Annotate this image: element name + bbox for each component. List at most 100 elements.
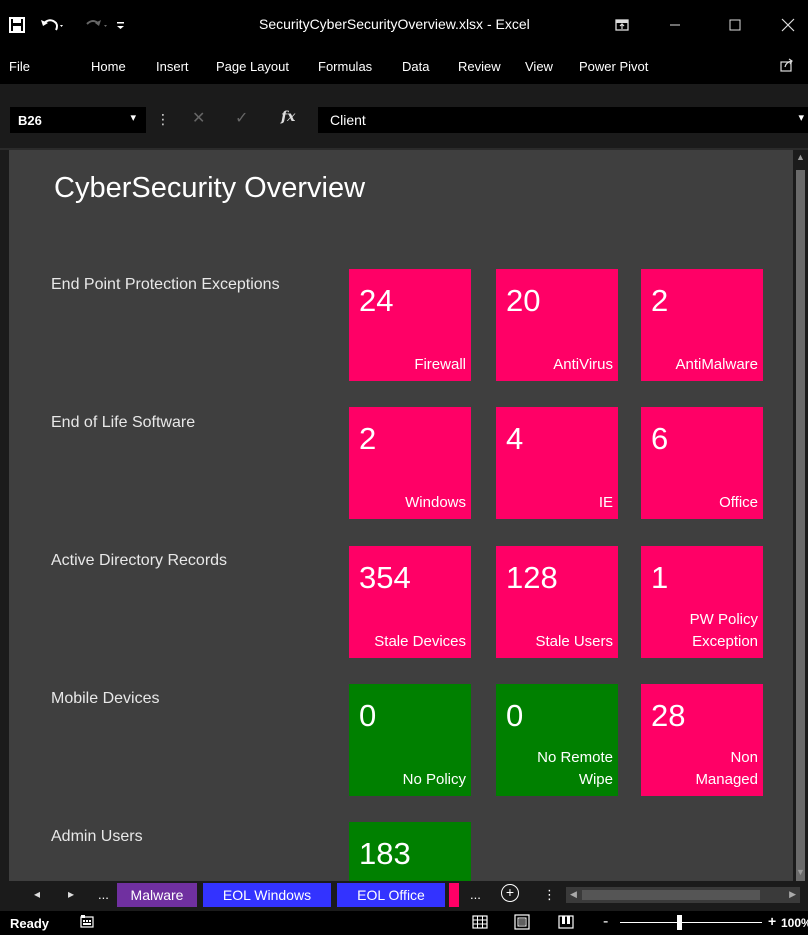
- zoom-in-button[interactable]: +: [768, 913, 776, 929]
- horizontal-scrollbar[interactable]: ◀ ▶: [566, 887, 800, 903]
- page-layout-view-icon[interactable]: [514, 914, 530, 930]
- name-box[interactable]: B26 ▾: [10, 107, 146, 133]
- status-bar: Ready - + 100%: [0, 911, 808, 935]
- chevron-down-icon[interactable]: ▾: [130, 111, 136, 124]
- hscroll-thumb[interactable]: [582, 890, 760, 900]
- insert-function-icon[interactable]: fx: [281, 109, 295, 125]
- tab-insert[interactable]: Insert: [156, 59, 189, 74]
- tab-file[interactable]: File: [9, 59, 30, 74]
- enter-icon[interactable]: ✓: [235, 108, 248, 128]
- more-sheets-left[interactable]: ...: [98, 887, 109, 902]
- tab-data[interactable]: Data: [402, 59, 429, 74]
- tile-firewall[interactable]: 24 Firewall: [349, 269, 471, 381]
- share-icon[interactable]: [780, 58, 794, 75]
- worksheet[interactable]: CyberSecurity Overview End Point Protect…: [9, 150, 793, 881]
- sheet-tab-malware[interactable]: Malware: [117, 883, 197, 907]
- maximize-icon[interactable]: [720, 12, 750, 38]
- tile-ie[interactable]: 4 IE: [496, 407, 618, 519]
- scroll-up-icon[interactable]: ▲: [796, 152, 805, 164]
- tile-value: 0: [506, 698, 524, 733]
- formula-input[interactable]: Client ▾: [318, 107, 808, 133]
- prev-sheet-icon[interactable]: ◂: [34, 887, 40, 901]
- tile-caption: PW Policy Exception: [690, 609, 758, 653]
- save-icon[interactable]: [9, 12, 25, 38]
- row-label-endpoint: End Point Protection Exceptions: [51, 276, 280, 293]
- tile-value: 354: [359, 560, 411, 595]
- scroll-right-icon[interactable]: ▶: [789, 889, 796, 900]
- tile-antivirus[interactable]: 20 AntiVirus: [496, 269, 618, 381]
- tile-value: 128: [506, 560, 558, 595]
- tile-caption: No Remote Wipe: [537, 747, 613, 791]
- tab-power-pivot[interactable]: Power Pivot: [579, 59, 648, 74]
- vertical-scrollbar[interactable]: ▲ ▼: [793, 150, 808, 890]
- tab-view[interactable]: View: [525, 59, 553, 74]
- tile-caption: No Policy: [402, 771, 466, 788]
- close-icon[interactable]: [773, 12, 803, 38]
- normal-view-icon[interactable]: [472, 914, 488, 930]
- add-sheet-icon[interactable]: +: [501, 884, 519, 902]
- more-options-icon[interactable]: ⋮: [156, 111, 170, 128]
- customize-icon[interactable]: [116, 12, 126, 38]
- sheet-tabs-bar: ◂ ▸ ... Malware EOL Windows EOL Office .…: [0, 881, 808, 911]
- zoom-out-button[interactable]: -: [603, 913, 608, 931]
- title-bar: SecurityCyberSecurityOverview.xlsx - Exc…: [0, 0, 808, 50]
- tile-value: 0: [359, 698, 377, 733]
- tile-caption: AntiMalware: [675, 356, 758, 373]
- row-label-admin: Admin Users: [51, 828, 143, 845]
- tile-value: 4: [506, 421, 524, 456]
- tab-page-layout[interactable]: Page Layout: [216, 59, 289, 74]
- row-label-mobile: Mobile Devices: [51, 690, 160, 707]
- zoom-level[interactable]: 100%: [781, 916, 808, 930]
- tile-caption-line: PW Policy: [689, 611, 758, 628]
- sheet-tab-partial[interactable]: [449, 883, 459, 907]
- sheet-tab-eol-office[interactable]: EOL Office: [337, 883, 445, 907]
- tile-caption: Stale Users: [535, 633, 613, 650]
- tile-caption-line: No Remote: [537, 749, 613, 766]
- expand-formula-icon[interactable]: ▾: [798, 111, 804, 124]
- scroll-thumb[interactable]: [796, 170, 805, 890]
- tile-value: 183: [359, 836, 411, 871]
- undo-icon[interactable]: [40, 12, 66, 38]
- sheet-tab-eol-windows[interactable]: EOL Windows: [203, 883, 331, 907]
- tab-review[interactable]: Review: [458, 59, 501, 74]
- tile-value: 24: [359, 283, 394, 318]
- tab-home[interactable]: Home: [91, 59, 126, 74]
- tile-caption: AntiVirus: [553, 356, 613, 373]
- tile-stale-users[interactable]: 128 Stale Users: [496, 546, 618, 658]
- tile-caption: Office: [719, 494, 758, 511]
- tile-windows[interactable]: 2 Windows: [349, 407, 471, 519]
- minimize-icon[interactable]: [660, 12, 690, 38]
- tile-antimalware[interactable]: 2 AntiMalware: [641, 269, 763, 381]
- tile-value: 6: [651, 421, 669, 456]
- scroll-down-icon[interactable]: ▼: [796, 867, 805, 879]
- tile-no-remote-wipe[interactable]: 0 No Remote Wipe: [496, 684, 618, 796]
- tile-stale-devices[interactable]: 354 Stale Devices: [349, 546, 471, 658]
- tile-caption: IE: [598, 494, 613, 511]
- macro-recorder-icon[interactable]: [80, 914, 94, 931]
- zoom-slider-knob[interactable]: [677, 915, 682, 930]
- document-title: SecurityCyberSecurityOverview.xlsx - Exc…: [259, 16, 530, 32]
- tile-admin-users[interactable]: 183: [349, 822, 471, 881]
- more-sheets-right[interactable]: ...: [470, 887, 481, 902]
- tile-office[interactable]: 6 Office: [641, 407, 763, 519]
- tile-caption-line: Exception: [692, 633, 758, 650]
- tab-formulas[interactable]: Formulas: [318, 59, 372, 74]
- redo-icon[interactable]: [84, 12, 110, 38]
- tile-no-policy[interactable]: 0 No Policy: [349, 684, 471, 796]
- cancel-icon[interactable]: ✕: [192, 108, 205, 128]
- scroll-left-icon[interactable]: ◀: [570, 889, 577, 900]
- row-label-ad: Active Directory Records: [51, 552, 228, 569]
- tile-pw-policy[interactable]: 1 PW Policy Exception: [641, 546, 763, 658]
- next-sheet-icon[interactable]: ▸: [68, 887, 74, 901]
- tile-caption-line: Managed: [695, 771, 758, 788]
- page-title: CyberSecurity Overview: [54, 172, 366, 204]
- tile-value: 1: [651, 560, 669, 595]
- page-break-view-icon[interactable]: [558, 914, 574, 930]
- tile-caption: Stale Devices: [374, 633, 466, 650]
- sheet-left-edge: [0, 150, 9, 881]
- zoom-slider-track[interactable]: [620, 922, 762, 923]
- tabs-split-handle[interactable]: ⋮: [543, 887, 556, 903]
- ribbon-display-icon[interactable]: [607, 12, 637, 38]
- ribbon-tabs: File Home Insert Page Layout Formulas Da…: [0, 50, 808, 84]
- tile-non-managed[interactable]: 28 Non Managed: [641, 684, 763, 796]
